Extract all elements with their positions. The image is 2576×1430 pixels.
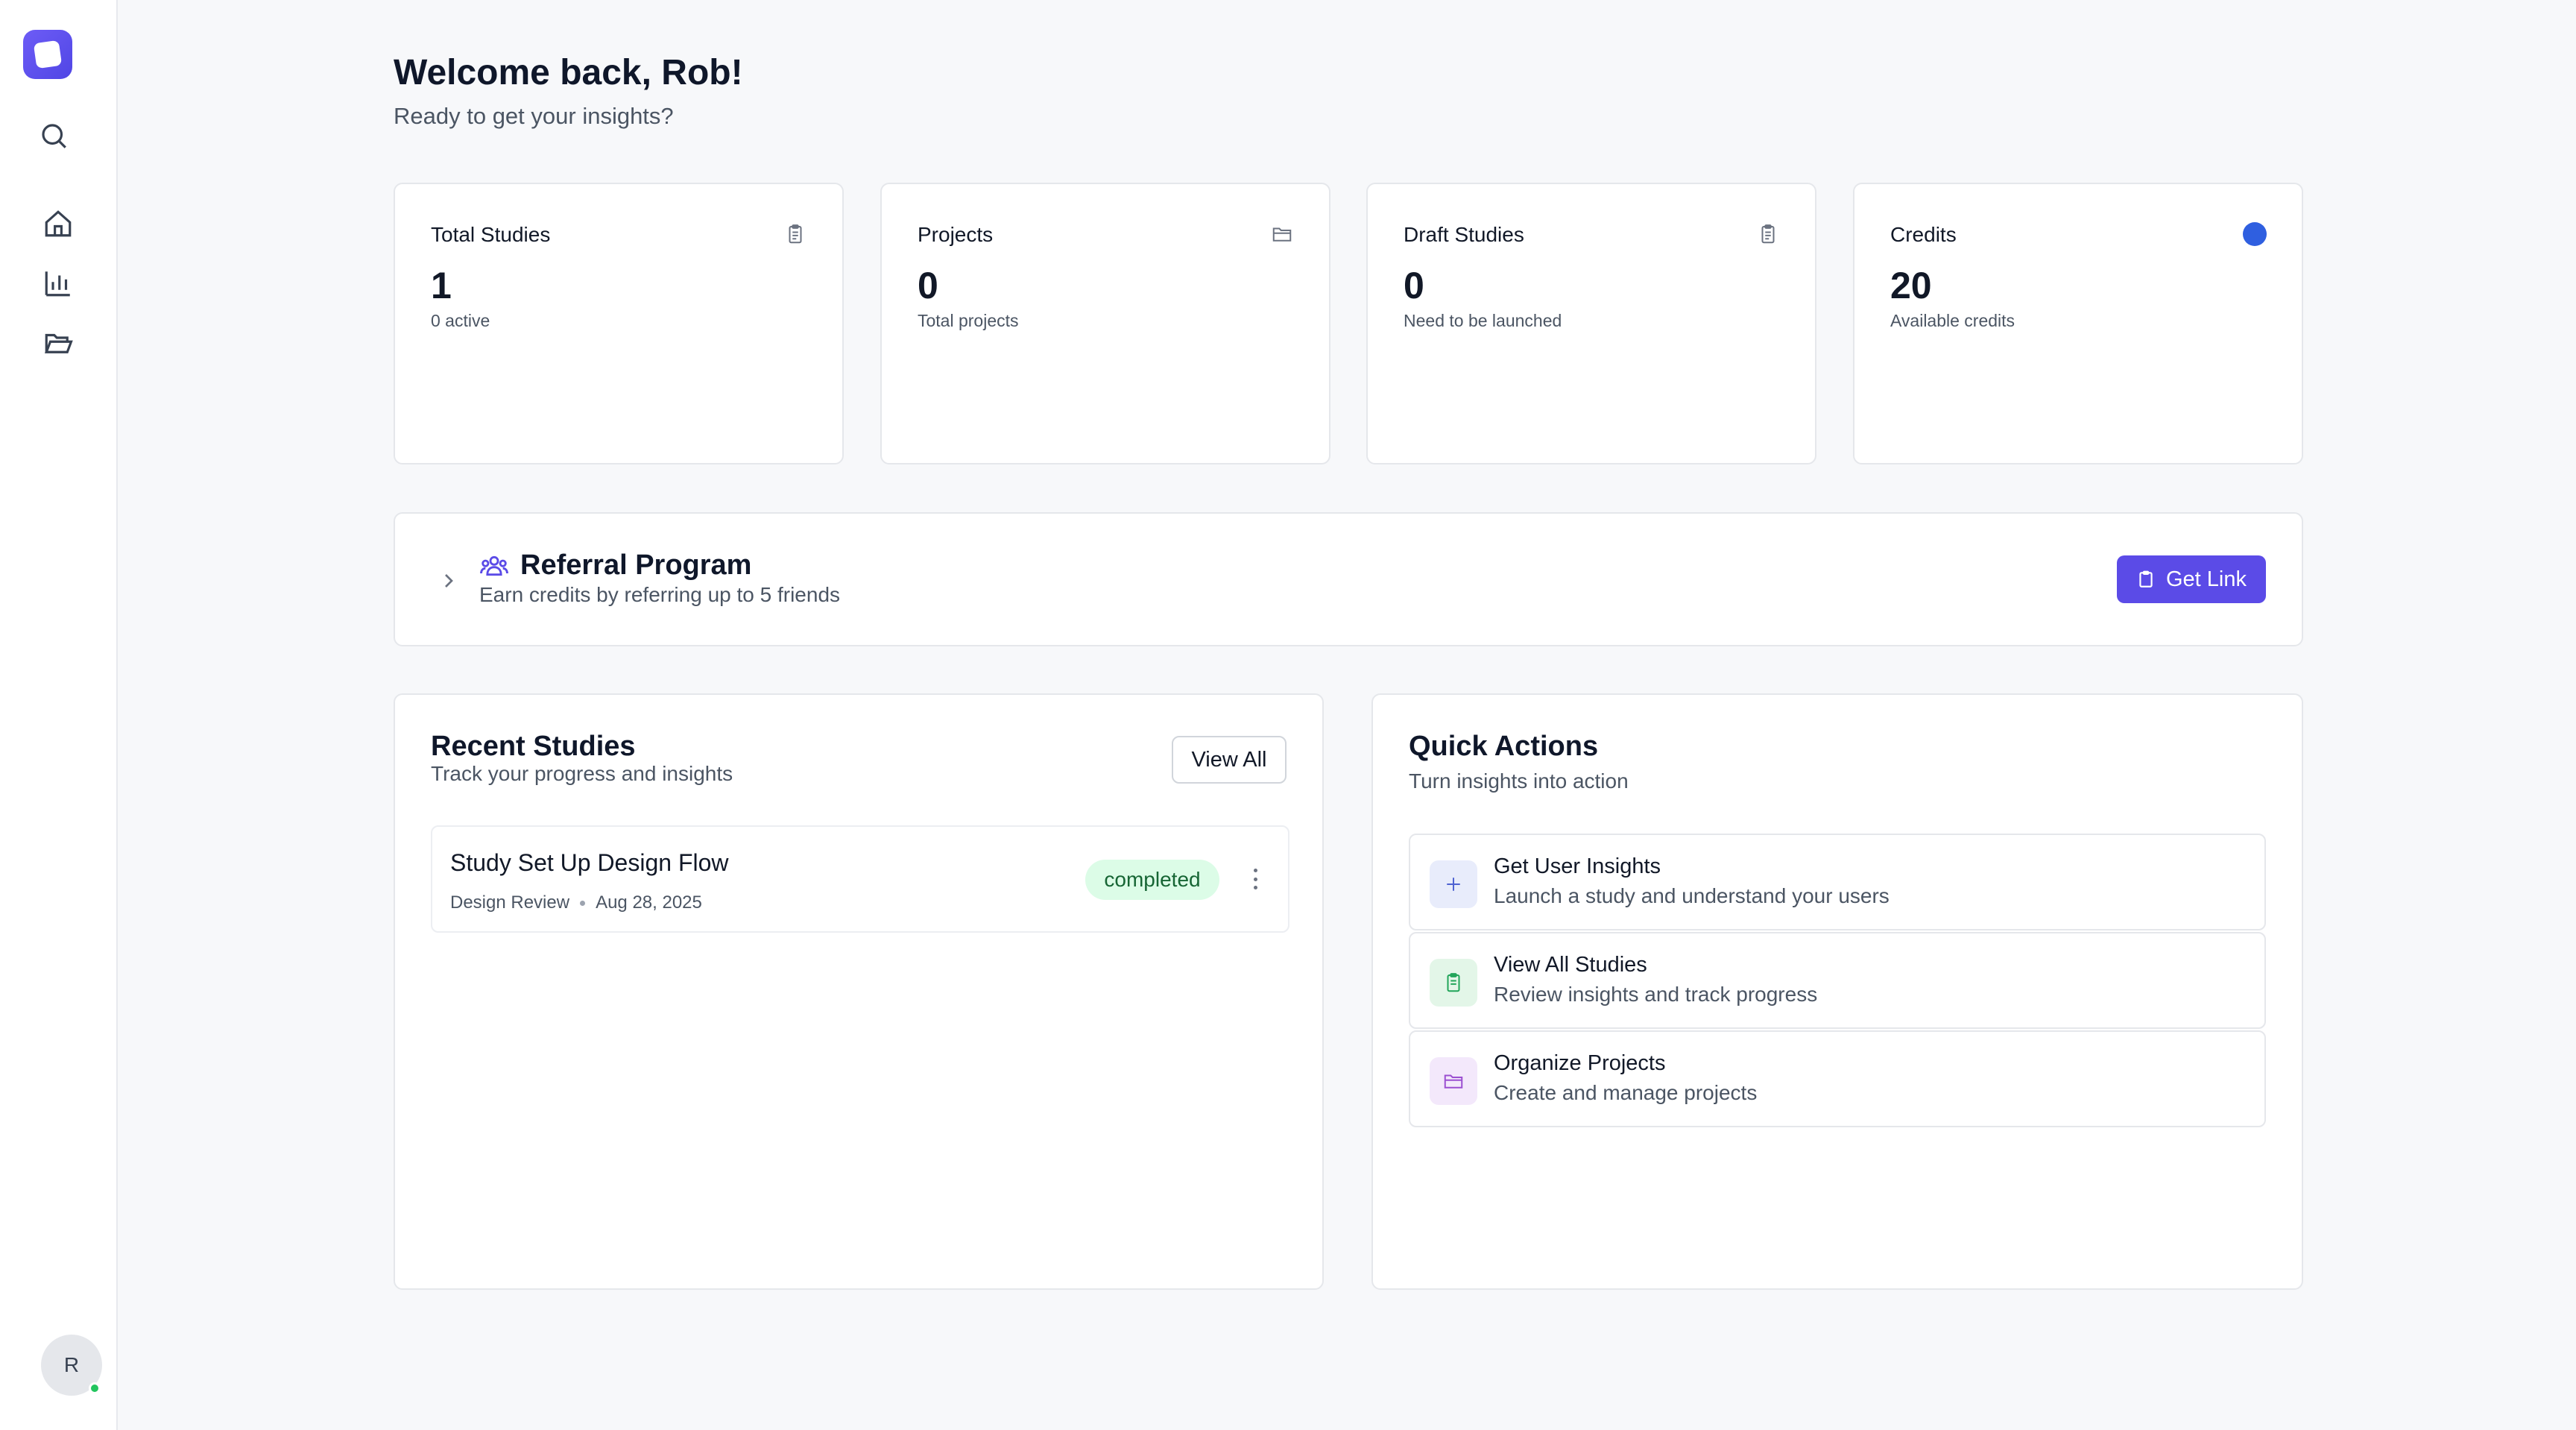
stat-title: Projects	[918, 223, 994, 246]
quick-actions-title: Quick Actions	[1409, 731, 1599, 762]
stat-value: 1	[431, 265, 452, 306]
study-meta: Design Review Aug 28, 2025	[450, 892, 702, 913]
study-row[interactable]: Study Set Up Design Flow Design Review A…	[431, 825, 1289, 933]
stat-sub: Total projects	[918, 311, 1019, 330]
credit-dot-icon	[2242, 221, 2267, 247]
view-all-button[interactable]: View All	[1172, 736, 1287, 784]
online-status-dot	[89, 1382, 101, 1394]
study-date: Aug 28, 2025	[596, 892, 702, 913]
recent-studies-panel: Recent Studies Track your progress and i…	[394, 693, 1324, 1290]
study-type: Design Review	[450, 892, 570, 913]
stat-card-credits: Credits 20 Available credits	[1853, 183, 2303, 464]
action-title: Organize Projects	[1494, 1051, 1666, 1075]
clipboard-icon	[783, 221, 808, 247]
folder-icon	[1430, 1057, 1477, 1105]
action-subtitle: Review insights and track progress	[1494, 983, 1818, 1006]
clipboard-icon	[1430, 959, 1477, 1007]
home-icon[interactable]	[42, 207, 75, 240]
folder-open-icon[interactable]	[42, 327, 75, 359]
action-get-user-insights[interactable]: Get User Insights Launch a study and und…	[1409, 834, 2266, 930]
referral-program-card[interactable]: Referral Program Earn credits by referri…	[394, 512, 2303, 646]
stat-value: 0	[1404, 265, 1424, 306]
more-options-icon[interactable]	[1248, 866, 1263, 892]
page-title: Welcome back, Rob!	[394, 53, 743, 92]
page-subtitle: Ready to get your insights?	[394, 103, 674, 129]
search-icon[interactable]	[37, 119, 70, 152]
quick-actions-subtitle: Turn insights into action	[1409, 769, 1629, 793]
separator-dot	[580, 900, 586, 906]
clipboard-icon	[2139, 570, 2153, 588]
action-organize-projects[interactable]: Organize Projects Create and manage proj…	[1409, 1030, 2266, 1127]
get-link-button[interactable]: Get Link	[2117, 555, 2266, 603]
app-logo[interactable]	[23, 30, 72, 79]
chart-icon[interactable]	[42, 267, 75, 300]
stat-card-draft-studies: Draft Studies 0 Need to be launched	[1366, 183, 1816, 464]
action-title: Get User Insights	[1494, 854, 1661, 878]
plus-icon	[1430, 860, 1477, 908]
folder-icon	[1269, 221, 1295, 247]
sidebar: R	[0, 0, 118, 1430]
action-view-all-studies[interactable]: View All Studies Review insights and tra…	[1409, 932, 2266, 1029]
action-subtitle: Create and manage projects	[1494, 1081, 1758, 1104]
stat-sub: Available credits	[1890, 311, 2015, 330]
stat-card-total-studies: Total Studies 1 0 active	[394, 183, 844, 464]
action-subtitle: Launch a study and understand your users	[1494, 884, 1890, 907]
referral-subtitle: Earn credits by referring up to 5 friend…	[479, 583, 841, 606]
stat-title: Credits	[1890, 223, 1957, 246]
avatar[interactable]: R	[41, 1335, 102, 1396]
stat-title: Total Studies	[431, 223, 551, 246]
stat-sub: Need to be launched	[1404, 311, 1562, 330]
clipboard-icon	[1755, 221, 1781, 247]
stat-sub: 0 active	[431, 311, 490, 330]
stat-value: 0	[918, 265, 938, 306]
stat-title: Draft Studies	[1404, 223, 1524, 246]
chevron-right-icon[interactable]	[437, 569, 461, 593]
study-name: Study Set Up Design Flow	[450, 849, 729, 876]
get-link-label: Get Link	[2166, 567, 2247, 591]
recent-studies-subtitle: Track your progress and insights	[431, 762, 733, 785]
users-icon	[480, 555, 508, 576]
avatar-initial: R	[63, 1353, 80, 1376]
quick-actions-panel: Quick Actions Turn insights into action …	[1371, 693, 2303, 1290]
action-title: View All Studies	[1494, 953, 1647, 977]
stat-value: 20	[1890, 265, 1932, 306]
recent-studies-title: Recent Studies	[431, 731, 636, 762]
referral-title: Referral Program	[520, 549, 752, 581]
stat-card-projects: Projects 0 Total projects	[880, 183, 1330, 464]
status-badge: completed	[1085, 860, 1219, 900]
